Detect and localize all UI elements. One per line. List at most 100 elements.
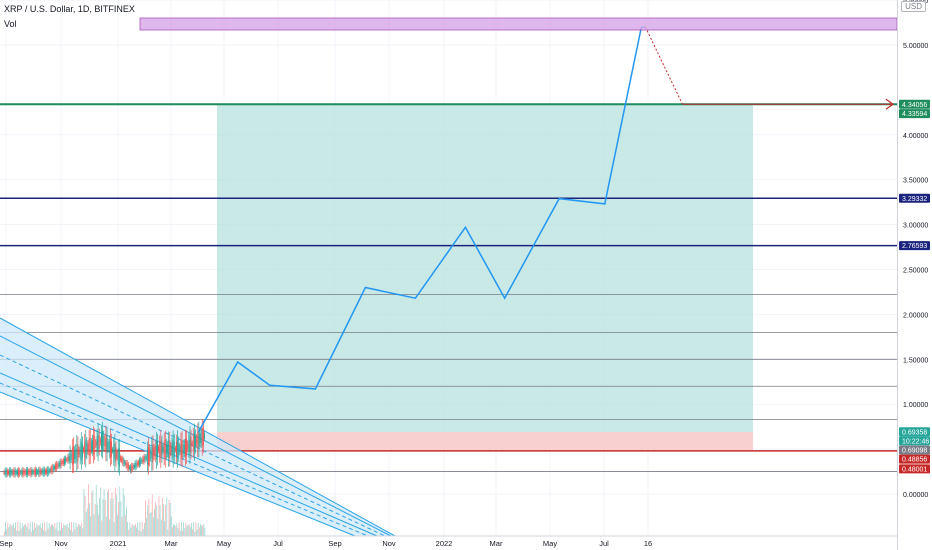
candle-body bbox=[59, 461, 61, 467]
volume-bar bbox=[39, 523, 41, 536]
volume-bar bbox=[68, 522, 70, 536]
candle-body bbox=[92, 440, 93, 451]
volume-bar bbox=[107, 491, 108, 536]
volume-bar bbox=[49, 526, 51, 536]
volume-bar bbox=[185, 523, 187, 536]
volume-bar bbox=[201, 525, 202, 536]
candle-body bbox=[54, 466, 55, 470]
y-tick-label: 2.50000 bbox=[903, 268, 928, 275]
candle-body bbox=[33, 469, 35, 475]
volume-bar bbox=[198, 527, 200, 536]
candle-body bbox=[36, 469, 37, 475]
volume-bar bbox=[175, 525, 177, 536]
candle-body bbox=[144, 456, 146, 461]
candle-body bbox=[143, 456, 145, 462]
volume-bar bbox=[45, 531, 47, 536]
candle-body bbox=[133, 464, 135, 469]
price-axis[interactable]: 5.500005.000004.000003.500003.000002.500… bbox=[899, 0, 930, 499]
candle-body bbox=[68, 455, 70, 461]
volume-bar bbox=[186, 526, 188, 536]
volume-bar bbox=[18, 530, 20, 536]
volume-bar bbox=[16, 530, 18, 536]
candle-body bbox=[196, 437, 198, 445]
candle-body bbox=[62, 459, 64, 464]
profit-zone bbox=[217, 104, 753, 433]
volume-bar bbox=[35, 527, 37, 536]
x-tick-label: Nov bbox=[54, 539, 68, 548]
candle-body bbox=[5, 469, 7, 476]
candle-body bbox=[185, 438, 186, 457]
x-tick-label: Jul bbox=[273, 539, 283, 548]
candle-body bbox=[77, 444, 79, 461]
volume-bar bbox=[95, 484, 97, 536]
candle-body bbox=[186, 438, 188, 456]
volume-bar bbox=[123, 495, 125, 536]
currency-badge[interactable]: USD bbox=[901, 1, 926, 12]
candle-body bbox=[199, 434, 201, 444]
volume-bar bbox=[40, 527, 42, 536]
volume-bar bbox=[183, 522, 184, 536]
volume-bar bbox=[149, 512, 151, 536]
candle-body bbox=[64, 458, 65, 464]
volume-bar bbox=[100, 487, 102, 536]
candle-body bbox=[10, 469, 12, 476]
y-tick-label: 1.50000 bbox=[903, 357, 928, 364]
volume-bar bbox=[188, 524, 190, 536]
candle-body bbox=[13, 469, 15, 476]
candle-body bbox=[107, 442, 109, 450]
candle-body bbox=[34, 469, 36, 475]
candle-body bbox=[204, 433, 205, 439]
candle-body bbox=[167, 444, 169, 454]
volume-bar bbox=[42, 522, 43, 536]
candle-body bbox=[83, 447, 85, 452]
candle-body bbox=[102, 431, 104, 450]
volume-bar bbox=[8, 527, 10, 536]
candle-body bbox=[101, 432, 102, 449]
volume-bar bbox=[109, 519, 111, 536]
candle-body bbox=[79, 445, 81, 458]
candle-body bbox=[78, 449, 80, 455]
candle-body bbox=[11, 470, 13, 475]
volume-bar bbox=[96, 504, 98, 536]
candle-body bbox=[131, 465, 133, 471]
volume-bar bbox=[173, 524, 174, 536]
candle-body bbox=[170, 445, 172, 453]
volume-bar bbox=[114, 487, 116, 536]
candle-body bbox=[106, 435, 108, 454]
candle-body bbox=[177, 439, 179, 459]
price-chart[interactable]: 5.500005.000004.000003.500003.000002.500… bbox=[0, 0, 932, 550]
candle-body bbox=[3, 471, 5, 474]
volume-bar bbox=[133, 525, 135, 536]
volume-bar bbox=[117, 515, 118, 536]
volume-bar bbox=[89, 503, 90, 536]
volume-bar bbox=[144, 522, 145, 536]
candle-body bbox=[162, 446, 164, 452]
volume-bar bbox=[152, 517, 154, 536]
volume-bar bbox=[34, 522, 36, 536]
candle-body bbox=[18, 469, 20, 476]
volume-bar bbox=[184, 528, 186, 536]
candle-body bbox=[26, 469, 27, 475]
candle-body bbox=[173, 441, 175, 457]
volume-bar bbox=[112, 498, 114, 536]
candle-body bbox=[39, 469, 41, 475]
y-tick-label: 3.50000 bbox=[903, 178, 928, 185]
candle-body bbox=[90, 441, 92, 450]
x-tick-label: Mar bbox=[165, 539, 178, 548]
candle-body bbox=[171, 443, 173, 455]
volume-bar bbox=[174, 524, 176, 536]
loss-zone bbox=[217, 432, 753, 450]
volume-bar bbox=[90, 516, 92, 536]
candle-body bbox=[12, 470, 14, 475]
candle-body bbox=[51, 466, 53, 472]
volume-bar bbox=[38, 525, 40, 536]
x-tick-label: Sep bbox=[0, 539, 13, 548]
volume-label: Vol bbox=[4, 19, 17, 29]
volume-bar bbox=[118, 501, 120, 536]
symbol-title: XRP / U.S. Dollar, 1D, BITFINEX bbox=[4, 4, 135, 14]
candle-body bbox=[136, 462, 138, 466]
candle-body bbox=[41, 469, 43, 474]
time-axis[interactable]: Sep Nov 2021 Mar May Jul Sep Nov 2022 Mar May Jul 16 bbox=[0, 535, 897, 548]
volume-bar bbox=[77, 524, 79, 536]
candle-body bbox=[194, 432, 195, 452]
